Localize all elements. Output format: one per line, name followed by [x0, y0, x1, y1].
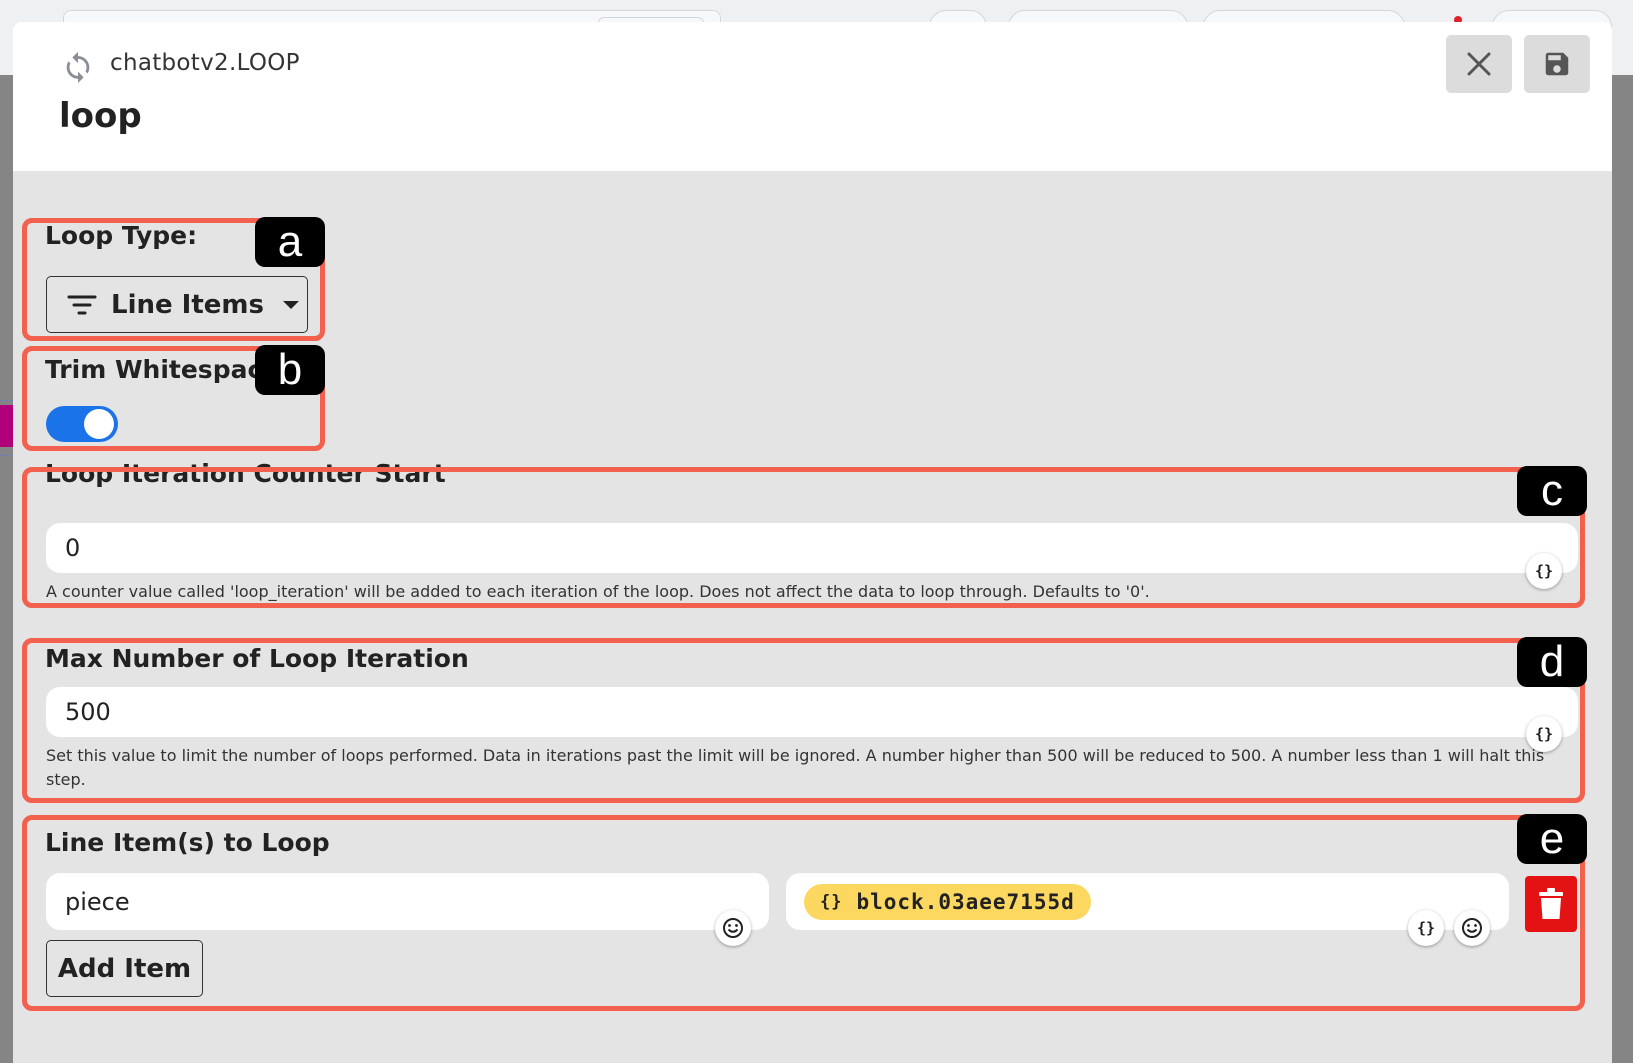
- modal-header: chatbotv2.LOOP loop: [13, 22, 1612, 171]
- background-canvas-left: [0, 75, 13, 1063]
- annotation-tag-d: d: [1517, 637, 1587, 687]
- annotation-tag-c: c: [1517, 466, 1587, 516]
- annotation-box-c: [22, 467, 1585, 608]
- annotation-box-d: [22, 638, 1585, 803]
- breadcrumb: chatbotv2.LOOP: [110, 50, 300, 76]
- background-canvas-right: [1612, 75, 1633, 1063]
- loop-icon: [66, 51, 90, 83]
- close-icon: [1467, 52, 1491, 76]
- page-title: loop: [59, 96, 142, 136]
- save-icon: [1545, 52, 1569, 76]
- close-button[interactable]: [1446, 35, 1512, 93]
- annotation-tag-e: e: [1517, 814, 1587, 864]
- annotation-tag-a: a: [255, 217, 325, 267]
- background-connector: [0, 400, 13, 401]
- background-node: [0, 405, 13, 447]
- annotation-box-e: [22, 815, 1585, 1011]
- save-button[interactable]: [1524, 35, 1590, 93]
- annotation-tag-b: b: [255, 345, 325, 395]
- background-connector: [0, 455, 13, 456]
